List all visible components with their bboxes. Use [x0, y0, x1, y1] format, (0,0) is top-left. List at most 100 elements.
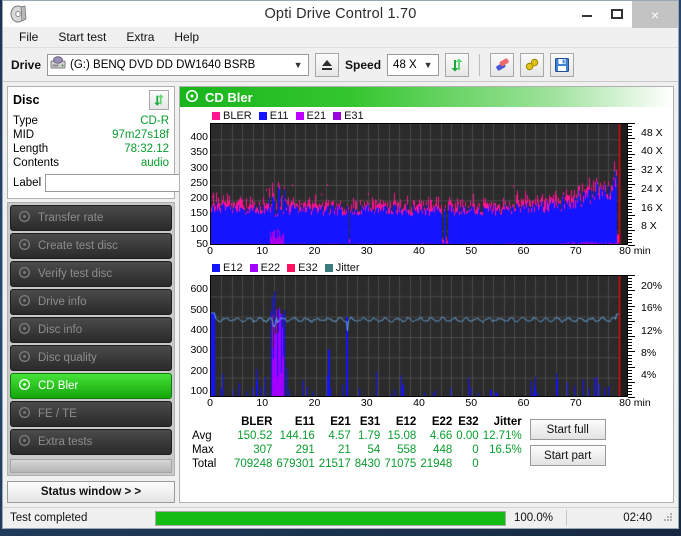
- x-tick-label: 30: [360, 245, 373, 258]
- sidebar-item-label: Disc quality: [38, 352, 97, 365]
- sidebar-item-cd-bler[interactable]: CD Bler: [10, 373, 172, 400]
- menu-bar: File Start test Extra Help: [3, 27, 678, 49]
- cell: 150.52: [237, 430, 273, 443]
- chevron-down-icon[interactable]: ▼: [420, 60, 436, 70]
- sidebar-item-disc-quality[interactable]: Disc quality: [10, 345, 172, 372]
- y-tick-label: 300: [190, 344, 208, 357]
- right-tick-label: 32 X: [641, 164, 663, 177]
- disc-key: Type: [13, 115, 38, 128]
- status-window-button[interactable]: Status window > >: [7, 481, 175, 504]
- chart2-legend: E12 E22 E32 Jitter: [182, 261, 671, 275]
- y-tick-label: 200: [190, 192, 208, 205]
- legend-item-e32: E32: [287, 262, 318, 274]
- cell: 144.16: [279, 430, 315, 443]
- menu-item-help[interactable]: Help: [166, 28, 207, 46]
- x-tick-label: 80 min: [619, 245, 651, 258]
- legend-label: E32: [298, 262, 318, 275]
- panel-title: CD Bler: [205, 89, 253, 105]
- disc-row-length: Length 78:32.12: [13, 142, 169, 156]
- test-nav-list: Transfer rate Create test disc Verify te…: [7, 202, 175, 477]
- sidebar-item-verify-test-disc[interactable]: Verify test disc: [10, 261, 172, 288]
- cell: 0: [472, 458, 479, 471]
- eject-button[interactable]: [315, 52, 340, 77]
- chevron-down-icon[interactable]: ▼: [290, 60, 306, 70]
- statistics-table: BLER E11 E21 E31 E12 E22 E32 Jitter Avg …: [180, 411, 530, 471]
- right-tick-label: 12%: [641, 324, 663, 337]
- main-panel: CD Bler BLER E11 E21 E31 50 100 150 200 …: [179, 86, 674, 504]
- cell: 71075: [384, 458, 417, 471]
- legend-label: BLER: [223, 110, 252, 123]
- elapsed-time: 02:40: [623, 512, 652, 525]
- chart1-right-axis: 8 X 16 X 24 X 32 X 40 X 48 X: [637, 123, 667, 245]
- sidebar-item-label: Disc info: [38, 324, 83, 337]
- menu-item-extra[interactable]: Extra: [118, 28, 162, 46]
- disc-bler-icon: [18, 378, 31, 394]
- y-tick-label: 300: [190, 161, 208, 174]
- speed-label: Speed: [345, 57, 382, 72]
- legend-item-bler: BLER: [212, 110, 252, 122]
- cd-bler-chart: BLER E11 E21 E31 50 100 150 200 250 300 …: [182, 109, 671, 259]
- disc-refresh-button[interactable]: [149, 90, 169, 111]
- row-label-avg: Avg: [192, 430, 212, 443]
- sidebar-item-label: CD Bler: [38, 380, 79, 393]
- x-tick-label: 10: [256, 397, 269, 410]
- erase-button[interactable]: [490, 52, 515, 77]
- drive-value: (G:) BENQ DVD DD DW1640 BSRB: [70, 58, 256, 71]
- legend-label: Jitter: [335, 262, 360, 275]
- speed-select[interactable]: 48 X ▼: [387, 53, 440, 76]
- sidebar-item-drive-info[interactable]: Drive info: [10, 289, 172, 316]
- menu-item-start-test[interactable]: Start test: [50, 28, 114, 46]
- sidebar-item-fe-te[interactable]: FE / TE: [10, 401, 172, 428]
- resize-grip[interactable]: [662, 511, 676, 525]
- legend-item-e11: E11: [258, 110, 289, 122]
- tools-button[interactable]: [520, 52, 545, 77]
- disc-key: Contents: [13, 157, 60, 170]
- right-tick-label: 40 X: [641, 145, 663, 158]
- disc-extra-icon: [18, 434, 31, 450]
- legend-item-e12: E12: [212, 262, 243, 274]
- legend-label: E21: [306, 110, 327, 123]
- sidebar-item-disc-info[interactable]: Disc info: [10, 317, 172, 344]
- minimize-button[interactable]: [572, 1, 602, 27]
- sidebar-item-label: Transfer rate: [38, 212, 104, 225]
- start-full-button[interactable]: Start full: [529, 419, 606, 441]
- col-e22: E22: [431, 416, 453, 429]
- sidebar-item-create-test-disc[interactable]: Create test disc: [10, 233, 172, 260]
- chart1-y-axis: 50 100 150 200 250 300 350 400: [182, 123, 210, 250]
- x-tick-label: 20: [308, 245, 321, 258]
- start-part-button[interactable]: Start part: [529, 445, 606, 467]
- drive-icon: [50, 56, 66, 73]
- drive-select[interactable]: (G:) BENQ DVD DD DW1640 BSRB ▼: [47, 53, 310, 76]
- x-tick-label: 40: [413, 245, 425, 258]
- x-tick-label: 0: [207, 245, 213, 258]
- y-tick-label: 100: [190, 222, 208, 235]
- x-tick-label: 20: [308, 397, 321, 410]
- chart2-right-axis: 4% 8% 12% 16% 20%: [637, 275, 667, 397]
- menu-item-file[interactable]: File: [11, 28, 46, 46]
- cell: 1.79: [357, 430, 381, 443]
- right-tick-label: 24 X: [641, 182, 663, 195]
- save-button[interactable]: [550, 52, 575, 77]
- table-row: Max 307 291 21 54 558 448 0 16.5%: [190, 443, 524, 457]
- maximize-button[interactable]: [602, 1, 632, 27]
- legend-item-e31: E31: [333, 110, 364, 122]
- cell: 679301: [276, 458, 315, 471]
- speed-value: 48 X: [393, 58, 417, 71]
- y-tick-label: 400: [190, 323, 208, 336]
- row-label-max: Max: [192, 444, 214, 457]
- x-tick-label: 70: [569, 245, 582, 258]
- disc-key: MID: [13, 129, 35, 142]
- refresh-button[interactable]: [445, 52, 470, 77]
- disc-value: 78:32.12: [124, 143, 169, 156]
- cell: 709248: [234, 458, 273, 471]
- close-button[interactable]: ×: [632, 1, 678, 28]
- sidebar-item-extra-tests[interactable]: Extra tests: [10, 429, 172, 456]
- col-e11: E11: [294, 416, 315, 429]
- legend-item-jitter: Jitter: [324, 262, 360, 275]
- sidebar-item-transfer-rate[interactable]: Transfer rate: [10, 205, 172, 232]
- x-tick-label: 60: [517, 397, 530, 410]
- legend-swatch: [249, 264, 258, 273]
- legend-swatch: [333, 112, 342, 121]
- sidebar-item-label: Drive info: [38, 296, 87, 309]
- disc-row-contents: Contents audio: [13, 156, 169, 170]
